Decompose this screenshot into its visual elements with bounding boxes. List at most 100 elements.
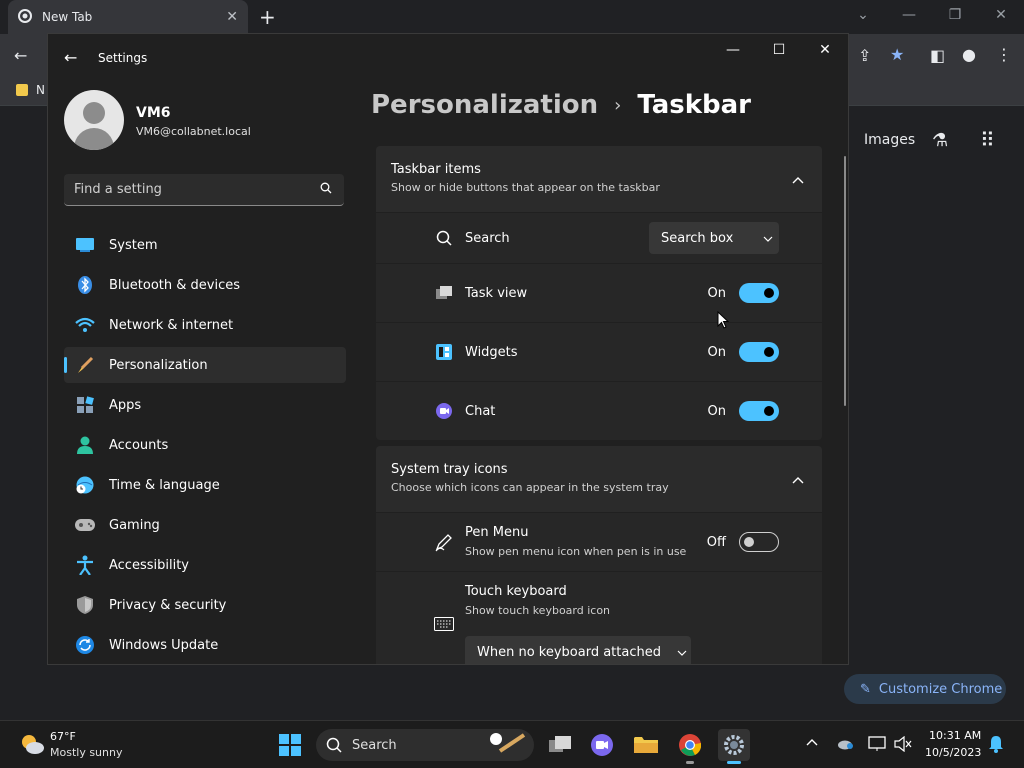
notification-bell-icon[interactable]: [989, 735, 1003, 757]
section-subtitle: Show or hide buttons that appear on the …: [391, 181, 660, 194]
maximize-button[interactable]: ☐: [756, 34, 802, 66]
chevron-down-icon: [677, 645, 687, 660]
toggle-state: On: [707, 344, 726, 360]
settings-button[interactable]: [718, 729, 750, 764]
chrome-minimize-button[interactable]: —: [886, 0, 932, 30]
section-title: System tray icons: [391, 462, 508, 477]
search-mode-dropdown[interactable]: Search box: [649, 222, 779, 254]
scrollbar[interactable]: [844, 156, 846, 406]
menu-icon[interactable]: ⋮: [996, 45, 1012, 64]
nav-item-label: Windows Update: [109, 637, 219, 653]
widgets-toggle[interactable]: [739, 342, 779, 362]
find-setting-search[interactable]: [64, 174, 344, 206]
refresh-icon: [75, 635, 95, 655]
user-email: VM6@collabnet.local: [136, 125, 251, 138]
avatar[interactable]: [64, 90, 124, 150]
search-icon: [326, 737, 342, 753]
bookmark-item[interactable]: N: [36, 83, 45, 97]
teams-chat-button[interactable]: [586, 729, 618, 761]
toggle-state: Off: [706, 534, 726, 550]
paintbrush-icon: [75, 355, 95, 375]
monitor-icon: [75, 235, 95, 255]
pen-menu-toggle[interactable]: [739, 532, 779, 552]
nav-item-label: Time & language: [109, 477, 220, 493]
chevron-up-icon[interactable]: [792, 472, 804, 488]
start-button[interactable]: [274, 729, 306, 761]
share-icon[interactable]: ⇪: [858, 46, 871, 65]
windows-taskbar: 67°F Mostly sunny Search 10:31 AM 10/5/2…: [0, 720, 1024, 768]
nav-item-accessibility[interactable]: Accessibility: [64, 547, 346, 583]
running-indicator: [686, 761, 694, 764]
file-explorer-button[interactable]: [630, 729, 662, 761]
settings-window: ← Settings — ☐ ✕ VM6 VM6@collabnet.local…: [47, 33, 849, 665]
tab-search-icon[interactable]: ⌄: [840, 0, 886, 30]
nav-item-label: Accounts: [109, 437, 169, 453]
breadcrumb: Personalization › Taskbar: [371, 90, 751, 120]
bookmark-star-icon[interactable]: ★: [890, 45, 904, 64]
side-panel-icon[interactable]: ◧: [930, 46, 945, 65]
nav-item-network[interactable]: Network & internet: [64, 307, 346, 343]
apps-grid-icon[interactable]: ⠿: [980, 128, 995, 152]
nav-item-system[interactable]: System: [64, 227, 346, 263]
network-icon[interactable]: [868, 736, 886, 756]
labs-flask-icon[interactable]: ⚗: [932, 130, 948, 151]
new-tab-button[interactable]: +: [259, 5, 276, 29]
back-icon[interactable]: ←: [14, 46, 27, 65]
nav-item-accounts[interactable]: Accounts: [64, 427, 346, 463]
touch-keyboard-dropdown[interactable]: When no keyboard attached: [465, 636, 691, 664]
weather-temperature[interactable]: 67°F: [50, 730, 76, 743]
search-input[interactable]: [74, 174, 314, 205]
chat-row: Chat On: [376, 382, 822, 440]
profile-icon[interactable]: ●: [962, 45, 976, 64]
nav-item-privacy[interactable]: Privacy & security: [64, 587, 346, 623]
nav-item-label: System: [109, 237, 158, 253]
chrome-tab[interactable]: New Tab ✕: [8, 0, 248, 34]
chrome-button[interactable]: [674, 729, 706, 764]
nav-item-apps[interactable]: Apps: [64, 387, 346, 423]
onedrive-icon[interactable]: [836, 736, 854, 754]
weather-sun-cloud-icon[interactable]: [20, 733, 44, 759]
task-view-toggle[interactable]: [739, 283, 779, 303]
minimize-button[interactable]: —: [710, 34, 756, 66]
system-tray-header[interactable]: System tray icons Choose which icons can…: [376, 446, 822, 512]
clock-date[interactable]: 10/5/2023: [925, 746, 981, 759]
task-view-row: Task view On: [376, 264, 822, 322]
customize-chrome-button[interactable]: ✎ Customize Chrome: [844, 674, 1006, 704]
task-view-button[interactable]: [544, 729, 576, 761]
globe-clock-icon: [75, 475, 95, 495]
widgets-row: Widgets On: [376, 323, 822, 381]
breadcrumb-parent[interactable]: Personalization: [371, 90, 598, 120]
nav-item-time-language[interactable]: Time & language: [64, 467, 346, 503]
dropdown-value: When no keyboard attached: [477, 644, 661, 660]
shield-icon: [75, 595, 95, 615]
images-link[interactable]: Images: [864, 132, 915, 148]
weather-condition[interactable]: Mostly sunny: [50, 746, 122, 759]
chrome-icon: [18, 8, 32, 26]
volume-muted-icon[interactable]: [894, 735, 912, 756]
close-tab-icon[interactable]: ✕: [226, 9, 238, 25]
close-button[interactable]: ✕: [802, 34, 848, 66]
widgets-icon: [434, 342, 454, 362]
clock-time[interactable]: 10:31 AM: [929, 729, 981, 742]
chrome-restore-button[interactable]: ❐: [932, 0, 978, 30]
chat-toggle[interactable]: [739, 401, 779, 421]
taskbar-items-header[interactable]: Taskbar items Show or hide buttons that …: [376, 146, 822, 212]
search-icon: [320, 182, 332, 198]
nav-item-label: Apps: [109, 397, 142, 413]
row-label: Search: [465, 230, 510, 246]
nav-item-bluetooth[interactable]: Bluetooth & devices: [64, 267, 346, 303]
taskbar-search[interactable]: Search: [316, 729, 534, 761]
touch-keyboard-row: Touch keyboard Show touch keyboard icon …: [376, 572, 822, 664]
nav-item-gaming[interactable]: Gaming: [64, 507, 346, 543]
bluetooth-icon: [75, 275, 95, 295]
chevron-up-icon[interactable]: [792, 172, 804, 188]
nav-item-windows-update[interactable]: Windows Update: [64, 627, 346, 663]
customize-chrome-label: Customize Chrome: [878, 681, 1003, 697]
page-title: Taskbar: [637, 90, 752, 120]
nav-item-personalization[interactable]: Personalization: [64, 347, 346, 383]
chevron-up-icon[interactable]: [806, 734, 818, 750]
wifi-icon: [75, 315, 95, 335]
chrome-close-button[interactable]: ✕: [978, 0, 1024, 30]
back-arrow-icon[interactable]: ←: [64, 48, 77, 67]
active-indicator: [727, 761, 741, 764]
